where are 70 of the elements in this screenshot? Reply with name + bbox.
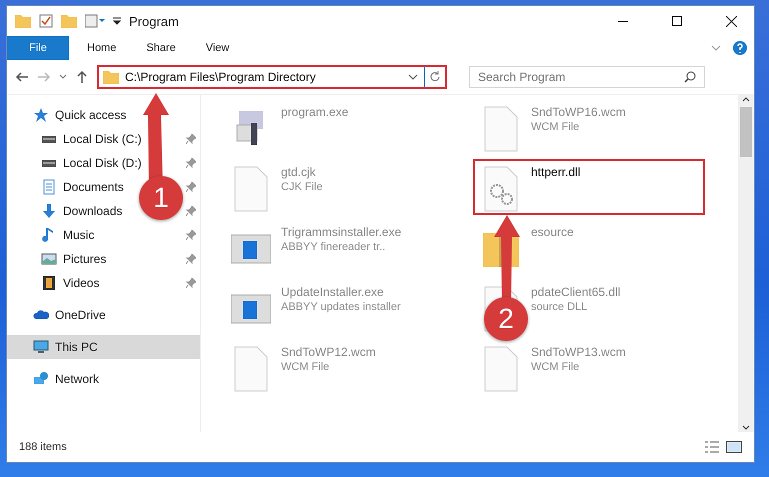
sidebar-item[interactable]: Documents bbox=[7, 175, 126, 199]
sidebar-item[interactable]: Videos bbox=[7, 271, 102, 295]
tiles-view-icon[interactable] bbox=[726, 440, 742, 454]
file-type: WCM File bbox=[281, 361, 330, 373]
pin-icon[interactable] bbox=[186, 158, 196, 168]
minimize-icon bbox=[618, 20, 628, 22]
file-type: ABBYY finereader tr.. bbox=[281, 241, 386, 253]
file-type: WCM File bbox=[531, 121, 580, 133]
download-icon bbox=[41, 203, 57, 219]
ribbon-tab[interactable]: View bbox=[194, 36, 242, 60]
drive-icon bbox=[41, 160, 57, 166]
close-icon bbox=[726, 16, 736, 26]
sidebar-item[interactable]: Downloads bbox=[7, 199, 124, 223]
sidebar-item[interactable]: Music bbox=[7, 223, 96, 247]
pin-icon[interactable] bbox=[186, 278, 196, 288]
sidebar-item[interactable]: Network bbox=[7, 367, 102, 391]
file-name: pdateClient65.dll bbox=[531, 285, 620, 299]
file-name: gtd.cjk bbox=[281, 165, 317, 179]
item-count: 188 items bbox=[19, 441, 67, 453]
file-name: Trigrammsinstaller.exe bbox=[281, 225, 402, 239]
sidebar-item[interactable]: Local Disk (D:) bbox=[7, 151, 144, 175]
sidebar-item[interactable]: Local Disk (C:) bbox=[7, 127, 144, 151]
document-icon bbox=[41, 179, 57, 195]
search-field[interactable]: Search Program bbox=[469, 66, 705, 88]
file-type: WCM File bbox=[531, 361, 580, 373]
pin-icon[interactable] bbox=[186, 182, 196, 192]
file-name: SndToWP13.wcm bbox=[531, 345, 626, 359]
search-icon bbox=[684, 71, 696, 83]
up-icon[interactable] bbox=[75, 70, 89, 84]
sidebar-item[interactable]: OneDrive bbox=[7, 303, 108, 327]
sidebar-item[interactable]: Quick access bbox=[7, 103, 128, 127]
maximize-icon bbox=[672, 16, 682, 26]
star-icon bbox=[33, 107, 49, 123]
file-item[interactable]: httperr.dll bbox=[473, 159, 705, 215]
pin-icon[interactable] bbox=[186, 230, 196, 240]
ribbon-tab[interactable]: Share bbox=[134, 36, 188, 60]
file-name: SndToWP16.wcm bbox=[531, 105, 626, 119]
file-name: UpdateInstaller.exe bbox=[281, 285, 385, 299]
file-name: httperr.dll bbox=[531, 165, 580, 179]
sidebar-item[interactable]: Pictures bbox=[7, 247, 108, 271]
file-type: ABBYY updates installer bbox=[281, 301, 401, 313]
file-type: CJK File bbox=[281, 181, 323, 193]
monitor-icon bbox=[33, 339, 49, 355]
folder-icon bbox=[15, 14, 31, 28]
film-icon bbox=[41, 275, 57, 291]
window-title: Program bbox=[129, 14, 180, 28]
address-bar[interactable]: C:\Program Files\Program Directory bbox=[97, 65, 447, 89]
scrollbar[interactable] bbox=[738, 95, 754, 432]
pin-icon[interactable] bbox=[186, 206, 196, 216]
scrollbar-thumb[interactable] bbox=[740, 107, 752, 157]
pin-icon[interactable] bbox=[186, 134, 196, 144]
folder-icon bbox=[103, 70, 119, 84]
sidebar-item[interactable]: This PC bbox=[7, 335, 200, 359]
back-icon[interactable] bbox=[15, 70, 29, 84]
details-view-icon[interactable] bbox=[704, 440, 720, 454]
ribbon-tab[interactable]: File bbox=[7, 36, 69, 60]
properties-icon[interactable] bbox=[85, 14, 105, 28]
pin-icon[interactable] bbox=[186, 254, 196, 264]
file-type: source DLL bbox=[531, 301, 588, 313]
file-name: esource bbox=[531, 225, 574, 239]
chevron-down-icon[interactable] bbox=[408, 72, 418, 82]
ribbon-tab[interactable]: Home bbox=[75, 36, 128, 60]
drive-icon bbox=[41, 136, 57, 142]
file-name: SndToWP12.wcm bbox=[281, 345, 376, 359]
dropdown-icon[interactable] bbox=[113, 17, 121, 25]
file-name: program.exe bbox=[281, 105, 348, 119]
checklist-icon[interactable] bbox=[39, 14, 53, 28]
picture-icon bbox=[41, 251, 57, 267]
network-icon bbox=[33, 371, 49, 387]
folder-icon bbox=[61, 14, 77, 28]
